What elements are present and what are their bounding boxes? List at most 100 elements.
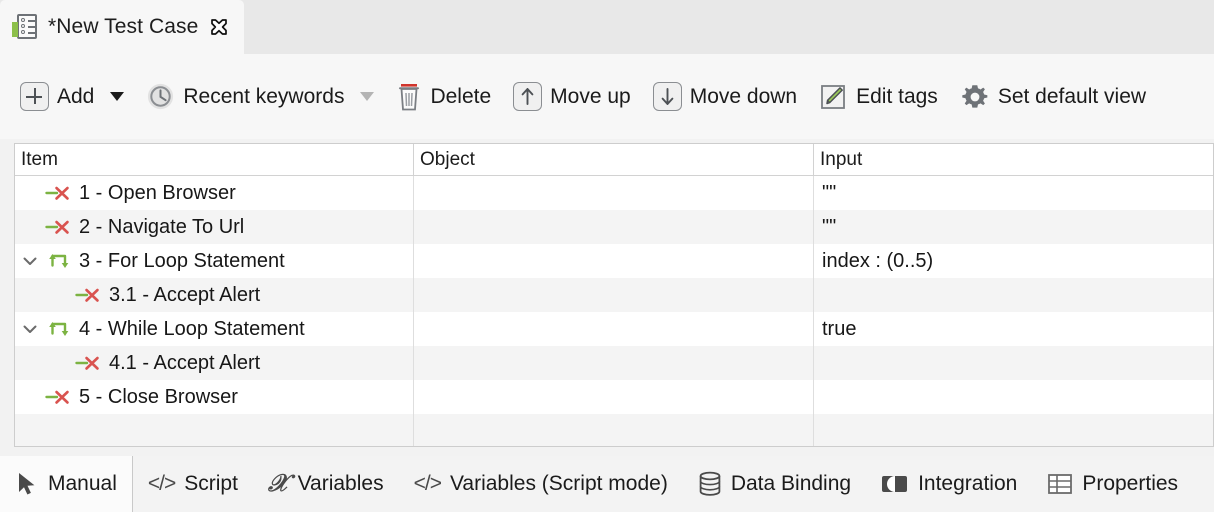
add-chevron-down-icon[interactable] [110, 92, 125, 101]
bottom-tab-label: Script [184, 472, 238, 495]
table-row[interactable]: 4 - While Loop Statement true [15, 312, 1213, 346]
loop-icon [45, 249, 75, 273]
cell-item[interactable]: 3.1 - Accept Alert [15, 278, 413, 312]
code-icon: </> [413, 472, 442, 496]
row-item-label: 4.1 - Accept Alert [109, 351, 261, 374]
keyword-icon [45, 216, 75, 238]
table-row[interactable]: 1 - Open Browser "" [15, 176, 1213, 210]
cell-input[interactable] [813, 346, 1213, 380]
table-row[interactable]: 4.1 - Accept Alert [15, 346, 1213, 380]
bottom-tab-variables[interactable]: 𝒳 Variables [252, 456, 399, 512]
row-item-label: 3 - For Loop Statement [79, 249, 285, 272]
code-icon: </> [147, 472, 176, 495]
delete-button[interactable]: Delete [396, 76, 491, 118]
gear-icon [962, 84, 988, 108]
delete-button-label: Delete [430, 84, 492, 108]
bottom-tab-script[interactable]: </> Script [131, 456, 253, 512]
move-up-button-label: Move up [550, 84, 631, 108]
cell-input[interactable]: true [813, 312, 1213, 346]
column-header-item[interactable]: Item [15, 144, 413, 175]
cell-object[interactable] [413, 380, 813, 414]
document-tab-new-test-case[interactable]: *New Test Case [0, 0, 245, 54]
row-item-label: 4 - While Loop Statement [79, 317, 305, 340]
close-icon[interactable] [208, 16, 230, 38]
cell-object[interactable] [413, 176, 813, 210]
column-header-object[interactable]: Object [413, 144, 813, 175]
table-row[interactable]: 3 - For Loop Statement index : (0..5) [15, 244, 1213, 278]
recent-keywords-button[interactable]: Recent keywords [146, 76, 344, 118]
add-button[interactable]: Add [20, 76, 94, 118]
bottom-tab-label: Integration [918, 472, 1018, 495]
keyword-icon [45, 386, 75, 408]
cell-input[interactable] [813, 414, 1213, 446]
bottom-tab-properties[interactable]: Properties [1032, 456, 1194, 512]
bottom-tab-label: Variables [297, 472, 384, 495]
set-default-view-button[interactable]: Set default view [960, 76, 1146, 118]
cell-input[interactable]: "" [813, 210, 1213, 244]
pencil-edit-icon [821, 85, 845, 109]
move-down-button-label: Move down [689, 84, 798, 108]
cell-item[interactable]: 3 - For Loop Statement [15, 244, 413, 278]
test-case-icon [12, 13, 38, 41]
bottom-tab-data-binding[interactable]: Data Binding [682, 456, 867, 512]
code-icon: </> [147, 472, 176, 496]
set-default-view-button-label: Set default view [997, 84, 1147, 108]
row-input-label: "" [822, 181, 837, 204]
cell-item[interactable]: 5 - Close Browser [15, 380, 413, 414]
cell-object[interactable] [413, 312, 813, 346]
table-header-row: Item Object Input [15, 144, 1213, 176]
cell-item[interactable] [15, 414, 413, 446]
document-tab-title: *New Test Case [48, 15, 199, 38]
row-input-label: "" [822, 215, 837, 238]
clock-icon [148, 83, 174, 110]
cell-item[interactable]: 2 - Navigate To Url [15, 210, 413, 244]
row-item-label: 1 - Open Browser [79, 181, 236, 204]
plus-box-icon [20, 82, 49, 111]
cell-object[interactable] [413, 210, 813, 244]
bottom-tab-bar: Manual </> Script 𝒳 Variables </> Variables (S… [0, 456, 1214, 512]
table-row[interactable]: 3.1 - Accept Alert [15, 278, 1213, 312]
cell-input[interactable]: index : (0..5) [813, 244, 1213, 278]
table-row[interactable]: 5 - Close Browser [15, 380, 1213, 414]
integration-icon [881, 473, 909, 495]
toolbar: Add Recent keywords Delete Move up Move … [0, 54, 1214, 139]
table-row[interactable] [15, 414, 1213, 446]
cell-item[interactable]: 1 - Open Browser [15, 176, 413, 210]
database-icon [698, 471, 722, 497]
column-header-input[interactable]: Input [813, 144, 1213, 175]
code-icon: </> [413, 472, 442, 495]
arrow-up-icon [513, 82, 543, 111]
cell-input[interactable] [813, 380, 1213, 414]
row-item-label: 2 - Navigate To Url [79, 215, 245, 238]
bottom-tab-label: Variables (Script mode) [449, 472, 668, 495]
row-item-label: 3.1 - Accept Alert [109, 283, 261, 306]
bottom-tab-manual[interactable]: Manual [0, 456, 132, 512]
cell-item[interactable]: 4.1 - Accept Alert [15, 346, 413, 380]
cell-object[interactable] [413, 414, 813, 446]
move-down-button[interactable]: Move down [652, 76, 798, 118]
bottom-tab-variables-script-mode[interactable]: </> Variables (Script mode) [398, 456, 683, 512]
bottom-tab-label: Data Binding [730, 472, 852, 495]
bottom-tab-integration[interactable]: Integration [866, 456, 1033, 512]
edit-tags-button[interactable]: Edit tags [819, 76, 938, 118]
cell-item[interactable]: 4 - While Loop Statement [15, 312, 413, 346]
move-up-button[interactable]: Move up [513, 76, 631, 118]
cell-input[interactable]: "" [813, 176, 1213, 210]
cell-input[interactable] [813, 278, 1213, 312]
chevron-down-icon[interactable] [15, 319, 45, 339]
edit-tags-button-label: Edit tags [856, 84, 938, 108]
cell-object[interactable] [413, 244, 813, 278]
test-steps-table: Item Object Input 1 - Open Browser "" 2 - … [14, 143, 1214, 447]
loop-icon [45, 317, 75, 341]
table-row[interactable]: 2 - Navigate To Url "" [15, 210, 1213, 244]
row-item-label: 5 - Close Browser [79, 385, 238, 408]
recent-keywords-chevron-down-icon[interactable] [360, 92, 375, 101]
keyword-icon [75, 284, 105, 306]
row-input-label: index : (0..5) [822, 249, 934, 272]
chevron-down-icon[interactable] [15, 251, 45, 271]
cell-object[interactable] [413, 278, 813, 312]
bottom-tab-label: Manual [48, 472, 117, 495]
cursor-arrow-icon [15, 471, 39, 497]
table-grid-icon [1047, 472, 1073, 496]
cell-object[interactable] [413, 346, 813, 380]
